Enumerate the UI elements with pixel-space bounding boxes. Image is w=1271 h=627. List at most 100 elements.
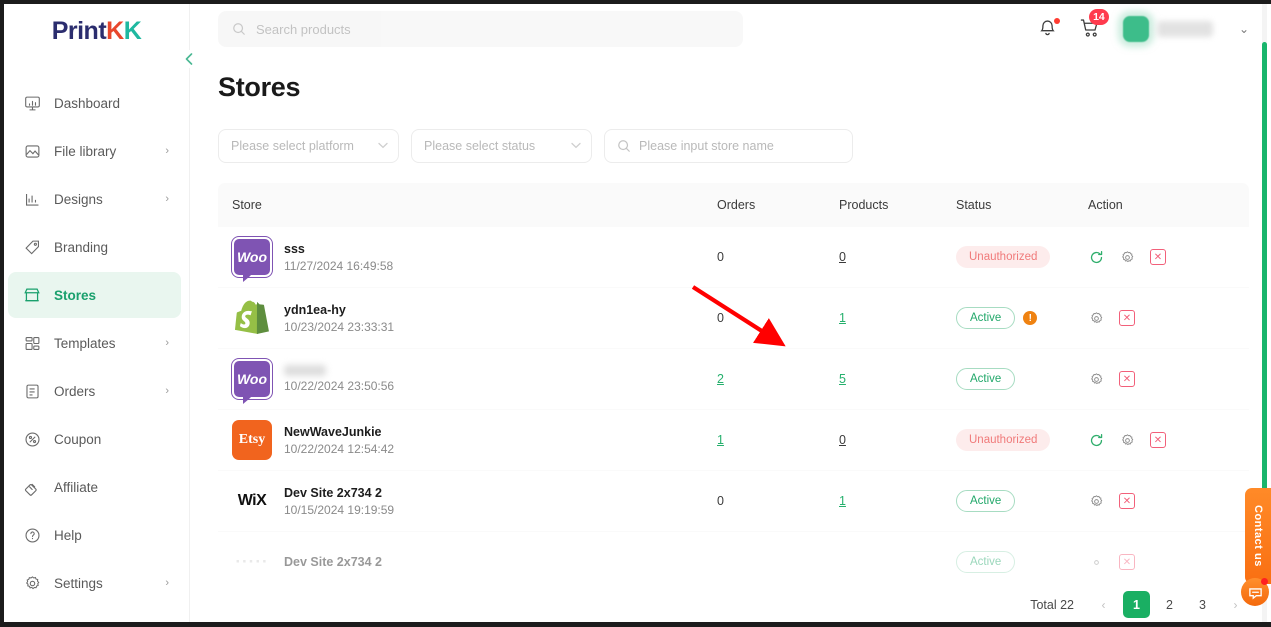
store-date: 10/22/2024 12:54:42 [284,441,395,456]
column-header-status: Status [956,198,992,212]
dashboard-icon [22,93,42,113]
sidebar-item-branding[interactable]: Branding [8,224,181,270]
chevron-left-icon [185,53,193,65]
pagination-page-1[interactable]: 1 [1123,591,1150,618]
window-edge-left [0,0,4,627]
store-date: 10/22/2024 23:50:56 [284,379,395,393]
pagination-page-2[interactable]: 2 [1156,591,1183,618]
sidebar-item-label: Help [54,527,82,543]
settings-icon [22,573,42,593]
store-name: Dev Site 2x734 2 [284,555,382,569]
chat-bubble-icon [1248,587,1262,600]
main-area: Search products 14 ⌄ Stores Please selec… [190,0,1271,627]
column-header-action: Action [1088,198,1123,212]
reauthorize-icon[interactable] [1088,432,1105,449]
status-select[interactable]: Please select status [411,129,592,163]
store-icon [22,285,42,305]
sidebar-item-designs[interactable]: Designs › [8,176,181,222]
warning-icon[interactable]: ! [1023,311,1038,325]
search-products-placeholder: Search products [256,21,351,37]
settings-gear-icon[interactable] [1088,554,1105,571]
woocommerce-logo-icon: Woo [232,237,272,282]
notifications-button[interactable] [1037,18,1060,40]
delete-store-icon[interactable]: ✕ [1119,554,1135,570]
sidebar-item-templates[interactable]: Templates › [8,320,181,366]
cell-products-link[interactable]: 0 [839,433,846,447]
user-menu[interactable]: ⌄ [1122,16,1249,42]
etsy-logo-icon: Etsy [232,420,272,460]
column-header-products: Products [839,198,889,212]
sidebar-item-label: Settings [54,575,103,591]
templates-icon [22,333,42,353]
store-date: 10/23/2024 23:33:31 [284,319,395,334]
store-name-placeholder: Please input store name [639,139,774,153]
table-row[interactable]: ····· Dev Site 2x734 2 Active ✕ [218,532,1249,579]
status-badge: Active [956,551,1016,573]
sidebar-item-label: Orders [54,383,96,399]
settings-gear-icon[interactable] [1088,371,1105,388]
pagination-prev[interactable]: ‹ [1090,591,1117,618]
sidebar: Print K K Dashboard File library › Desig… [0,0,198,627]
platform-select[interactable]: Please select platform [218,129,399,163]
delete-store-icon[interactable]: ✕ [1119,493,1135,509]
delete-store-icon[interactable]: ✕ [1119,310,1135,326]
logo-text-k1: K [106,16,124,45]
table-row[interactable]: Woo 10/22/2024 23:50:56 2 5 Active ✕ [218,349,1249,410]
settings-gear-icon[interactable] [1088,493,1105,510]
tag-icon [22,237,42,257]
store-name-input[interactable]: Please input store name [604,129,853,163]
sidebar-item-dashboard[interactable]: Dashboard [8,80,181,126]
store-date: 11/27/2024 16:49:58 [284,258,394,273]
filter-bar: Please select platform Please select sta… [218,129,1249,163]
settings-gear-icon[interactable] [1119,249,1136,266]
store-date: 10/15/2024 19:19:59 [284,502,395,517]
table-row[interactable]: Etsy NewWaveJunkie 10/22/2024 12:54:42 1… [218,410,1249,471]
sidebar-item-stores[interactable]: Stores [8,272,181,318]
shopify-logo-icon [232,298,272,338]
app-logo[interactable]: Print K K [0,0,189,62]
cell-products-link[interactable]: 1 [839,494,846,508]
sidebar-item-file-library[interactable]: File library › [8,128,181,174]
sidebar-item-orders[interactable]: Orders › [8,368,181,414]
chevron-down-icon [378,141,388,152]
sidebar-item-help[interactable]: Help [8,512,181,558]
notification-dot [1053,18,1060,24]
total-count-label: Total 22 [1030,597,1074,612]
cart-button[interactable]: 14 [1079,9,1109,41]
sidebar-item-coupon[interactable]: Coupon [8,416,181,462]
status-badge: Active [956,490,1016,512]
pagination-page-3[interactable]: 3 [1189,591,1216,618]
delete-store-icon[interactable]: ✕ [1150,432,1166,448]
cell-products-link[interactable]: 5 [839,372,846,386]
designs-icon [22,189,42,209]
platform-select-placeholder: Please select platform [231,139,354,153]
table-row[interactable]: ydn1ea-hy 10/23/2024 23:33:31 0 1 Active… [218,288,1249,349]
search-products-input[interactable]: Search products [218,11,743,47]
chevron-right-icon: › [165,193,169,205]
delete-store-icon[interactable]: ✕ [1119,371,1135,387]
wix-logo-icon: WiX [232,481,272,521]
cell-orders-link[interactable]: 1 [717,433,724,447]
cell-orders-link[interactable]: 2 [717,372,724,386]
settings-gear-icon[interactable] [1088,310,1105,327]
table-row[interactable]: WiX Dev Site 2x734 2 10/15/2024 19:19:59… [218,471,1249,532]
page-scrollbar-thumb[interactable] [1262,42,1267,530]
table-header-row: Store Orders Products Status Action [218,183,1249,227]
contact-us-tab[interactable]: Contact us [1245,488,1271,584]
search-icon [617,139,631,153]
cell-products-link[interactable]: 0 [839,250,846,264]
cell-products-link[interactable]: 1 [839,311,846,325]
sidebar-nav: Dashboard File library › Designs › Brand… [0,80,189,606]
sidebar-item-label: Affiliate [54,479,99,495]
sidebar-collapse-toggle[interactable] [180,50,198,68]
sidebar-item-settings[interactable]: Settings › [8,560,181,606]
image-icon [22,141,42,161]
status-select-placeholder: Please select status [424,139,536,153]
delete-store-icon[interactable]: ✕ [1150,249,1166,265]
reauthorize-icon[interactable] [1088,249,1105,266]
content-area: Stores Please select platform Please sel… [190,58,1271,627]
table-row[interactable]: Woo sss 11/27/2024 16:49:58 0 0 Unauthor… [218,227,1249,288]
chat-widget-button[interactable] [1241,578,1269,606]
settings-gear-icon[interactable] [1119,432,1136,449]
sidebar-item-affiliate[interactable]: Affiliate [8,464,181,510]
